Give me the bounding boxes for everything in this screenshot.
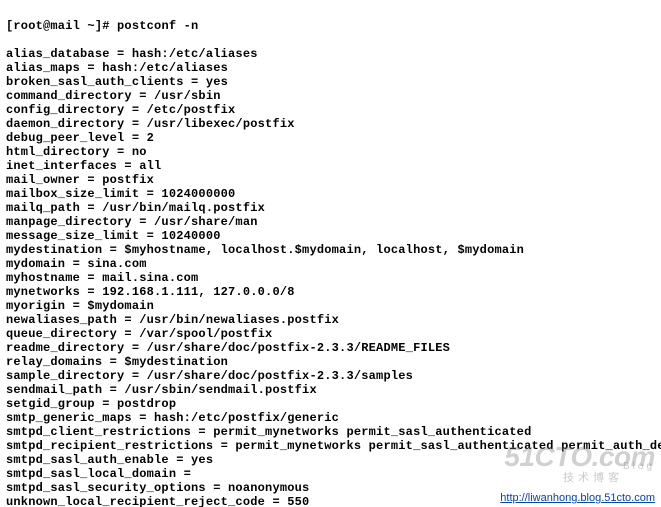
config-line: relay_domains = $mydestination [6,355,655,369]
config-line: mail_owner = postfix [6,173,655,187]
shell-prompt: [root@mail ~]# [6,19,117,33]
config-line: html_directory = no [6,145,655,159]
config-line: broken_sasl_auth_clients = yes [6,75,655,89]
command-line: [root@mail ~]# postconf -n [6,19,655,33]
source-link[interactable]: http://liwanhong.blog.51cto.com [500,491,655,505]
config-line: queue_directory = /var/spool/postfix [6,327,655,341]
terminal-output[interactable]: [root@mail ~]# postconf -n alias_databas… [0,0,661,507]
config-line: inet_interfaces = all [6,159,655,173]
config-line: alias_database = hash:/etc/aliases [6,47,655,61]
config-line: smtpd_client_restrictions = permit_mynet… [6,425,655,439]
config-line: mailbox_size_limit = 1024000000 [6,187,655,201]
config-line: sample_directory = /usr/share/doc/postfi… [6,369,655,383]
config-line: command_directory = /usr/sbin [6,89,655,103]
config-line: mailq_path = /usr/bin/mailq.postfix [6,201,655,215]
postconf-output: alias_database = hash:/etc/aliasesalias_… [6,47,655,507]
config-line: newaliases_path = /usr/bin/newaliases.po… [6,313,655,327]
config-line: smtpd_sasl_auth_enable = yes [6,453,655,467]
config-line: alias_maps = hash:/etc/aliases [6,61,655,75]
command-text: postconf -n [117,19,198,33]
config-line: mydestination = $myhostname, localhost.$… [6,243,655,257]
config-line: myorigin = $mydomain [6,299,655,313]
config-line: smtp_generic_maps = hash:/etc/postfix/ge… [6,411,655,425]
config-line: config_directory = /etc/postfix [6,103,655,117]
config-line: smtpd_sasl_local_domain = [6,467,655,481]
config-line: smtpd_recipient_restrictions = permit_my… [6,439,655,453]
config-line: daemon_directory = /usr/libexec/postfix [6,117,655,131]
config-line: myhostname = mail.sina.com [6,271,655,285]
config-line: setgid_group = postdrop [6,397,655,411]
config-line: debug_peer_level = 2 [6,131,655,145]
config-line: manpage_directory = /usr/share/man [6,215,655,229]
config-line: sendmail_path = /usr/sbin/sendmail.postf… [6,383,655,397]
config-line: message_size_limit = 10240000 [6,229,655,243]
config-line: readme_directory = /usr/share/doc/postfi… [6,341,655,355]
config-line: mydomain = sina.com [6,257,655,271]
config-line: mynetworks = 192.168.1.111, 127.0.0.0/8 [6,285,655,299]
